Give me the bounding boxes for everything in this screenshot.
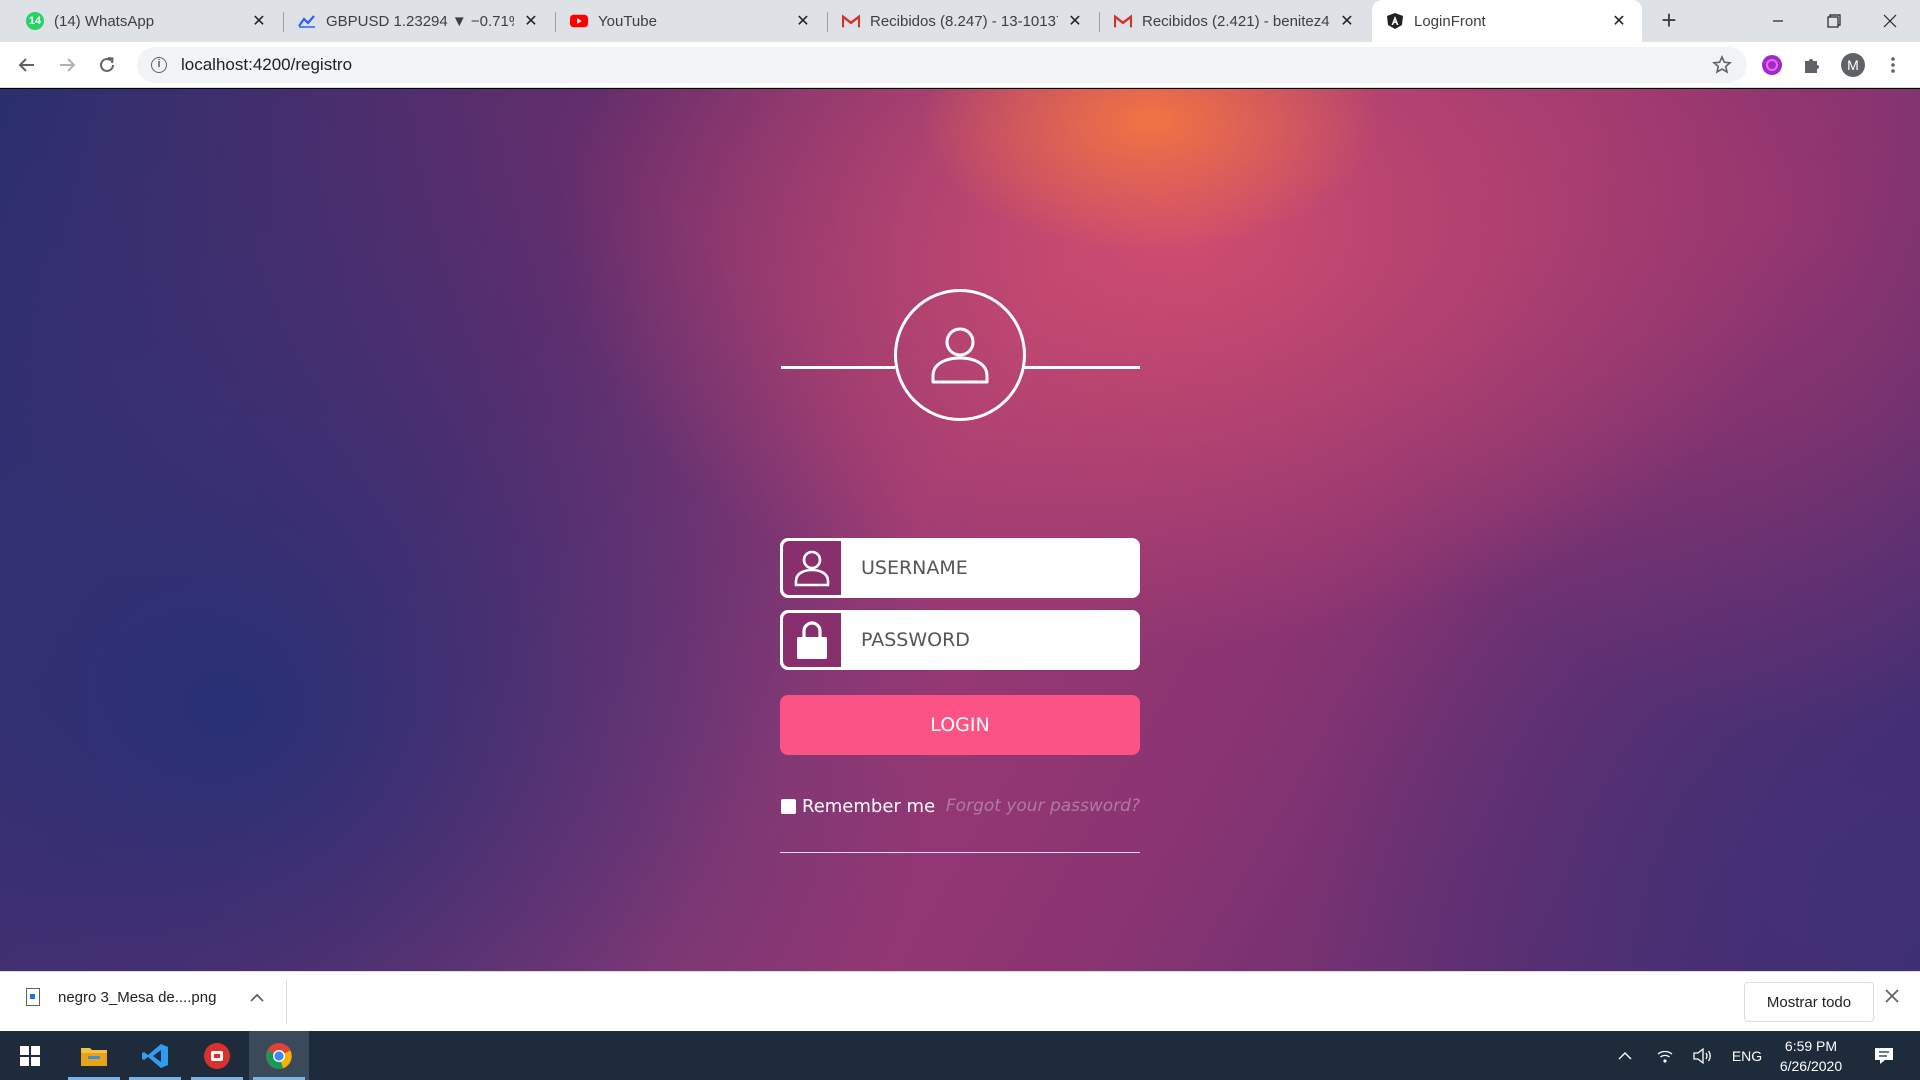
- show-all-button[interactable]: Mostrar todo: [1744, 982, 1874, 1022]
- tab-title: Recibidos (2.421) - benitez47: [1142, 12, 1330, 30]
- angular-icon: [1386, 12, 1404, 30]
- tab-loginfront[interactable]: LoginFront ✕: [1372, 0, 1642, 42]
- file-explorer-icon[interactable]: [64, 1031, 124, 1080]
- tab-gbpusd[interactable]: GBPUSD 1.23294 ▼ −0.71% : ✕: [284, 0, 554, 42]
- tab-title: (14) WhatsApp: [54, 12, 155, 30]
- close-tab-icon[interactable]: ✕: [1610, 11, 1628, 31]
- browser-toolbar: i localhost:4200/registro M: [0, 42, 1920, 88]
- menu-kebab-icon[interactable]: [1879, 51, 1907, 79]
- username-icon-box: [783, 541, 841, 595]
- vscode-icon[interactable]: [125, 1031, 185, 1080]
- tab-strip: 14 (14) WhatsApp ✕ GBPUSD 1.23294 ▼ −0.7…: [0, 0, 1920, 42]
- clock-time: 6:59 PM: [1784, 1038, 1838, 1054]
- download-bar: negro 3_Mesa de....png Mostrar todo: [0, 971, 1920, 1031]
- form-divider: [780, 852, 1140, 853]
- tab-whatsapp[interactable]: 14 (14) WhatsApp ✕: [12, 0, 282, 42]
- bookmark-star-icon[interactable]: [1708, 51, 1736, 79]
- windows-taskbar: ENG 6:59 PM 6/26/2020: [0, 1031, 1920, 1080]
- windows-start-icon[interactable]: [0, 1031, 60, 1080]
- close-tab-icon[interactable]: ✕: [794, 11, 812, 31]
- avatar: M: [1841, 53, 1865, 77]
- download-file-name: negro 3_Mesa de....png: [58, 988, 217, 1006]
- reload-icon: [100, 57, 114, 72]
- tab-gmail-2[interactable]: Recibidos (2.421) - benitez47 ✕: [1100, 0, 1370, 42]
- close-tab-icon[interactable]: ✕: [522, 11, 540, 31]
- password-field: [780, 610, 1140, 670]
- password-icon-box: [783, 613, 841, 667]
- page-background: LOGIN Remember me Forgot your password?: [0, 89, 1920, 971]
- whatsapp-unread-badge: 14: [28, 15, 42, 27]
- remember-me-option[interactable]: Remember me: [781, 796, 935, 817]
- lock-icon: [797, 621, 827, 659]
- restore-icon: [1827, 14, 1841, 28]
- url-text: localhost:4200/registro: [181, 55, 353, 74]
- remember-me-checkbox[interactable]: [781, 799, 796, 814]
- tray-chevron-up-icon[interactable]: [1610, 1031, 1640, 1080]
- new-tab-button[interactable]: +: [1655, 6, 1683, 34]
- volume-icon[interactable]: [1688, 1031, 1718, 1080]
- profile-button[interactable]: M: [1839, 51, 1867, 79]
- close-download-bar-icon[interactable]: [1885, 986, 1899, 1009]
- forgot-password-link[interactable]: Forgot your password?: [946, 796, 1140, 816]
- close-tab-icon[interactable]: ✕: [1338, 11, 1356, 31]
- red-app-icon[interactable]: [187, 1031, 247, 1080]
- network-icon[interactable]: [1650, 1031, 1680, 1080]
- tab-title: Recibidos (8.247) - 13-10137: [870, 12, 1058, 30]
- close-tab-icon[interactable]: ✕: [1066, 11, 1084, 31]
- tab-title: LoginFront: [1414, 12, 1486, 30]
- forward-button[interactable]: [51, 49, 83, 81]
- notifications-icon[interactable]: [1864, 1031, 1904, 1080]
- forward-arrow-icon: [60, 58, 76, 72]
- extensions-puzzle-icon[interactable]: [1798, 51, 1826, 79]
- clock[interactable]: 6:59 PM 6/26/2020: [1758, 1036, 1864, 1076]
- tab-youtube[interactable]: YouTube ✕: [556, 0, 826, 42]
- login-button[interactable]: LOGIN: [780, 695, 1140, 755]
- chevron-up-icon[interactable]: [250, 990, 264, 1006]
- user-icon: [794, 550, 830, 587]
- close-tab-icon[interactable]: ✕: [250, 11, 268, 31]
- close-window-button[interactable]: [1862, 0, 1918, 42]
- reload-button[interactable]: [91, 49, 123, 81]
- header-line-left: [781, 366, 895, 369]
- chrome-icon[interactable]: [249, 1031, 309, 1080]
- user-icon: [931, 327, 989, 384]
- gmail-icon: [1114, 12, 1132, 30]
- restore-button[interactable]: [1806, 0, 1862, 42]
- minimize-button[interactable]: [1750, 0, 1806, 42]
- clock-date: 6/26/2020: [1779, 1058, 1843, 1074]
- youtube-icon: [570, 12, 588, 30]
- gmail-icon: [842, 12, 860, 30]
- download-divider: [286, 980, 287, 1024]
- password-input[interactable]: [841, 613, 1137, 667]
- extension-purple-icon[interactable]: [1758, 51, 1786, 79]
- username-field: [780, 538, 1140, 598]
- header-line-right: [1023, 366, 1140, 369]
- remember-me-label: Remember me: [802, 796, 936, 817]
- tab-title: YouTube: [598, 12, 657, 30]
- back-arrow-icon: [18, 58, 34, 72]
- whatsapp-icon: 14: [26, 12, 44, 30]
- site-info-icon[interactable]: i: [151, 57, 167, 73]
- user-avatar-circle: [894, 289, 1026, 421]
- image-file-icon: [26, 988, 40, 1006]
- close-icon: [1883, 14, 1897, 28]
- tab-title: GBPUSD 1.23294 ▼ −0.71% :: [326, 12, 514, 30]
- tab-gmail-1[interactable]: Recibidos (8.247) - 13-10137 ✕: [828, 0, 1098, 42]
- minimize-icon: [1773, 20, 1783, 22]
- username-input[interactable]: [841, 541, 1137, 595]
- tradingview-icon: [298, 12, 316, 30]
- back-button[interactable]: [11, 49, 43, 81]
- download-item[interactable]: negro 3_Mesa de....png: [26, 988, 216, 1006]
- address-bar[interactable]: i localhost:4200/registro: [137, 47, 1747, 83]
